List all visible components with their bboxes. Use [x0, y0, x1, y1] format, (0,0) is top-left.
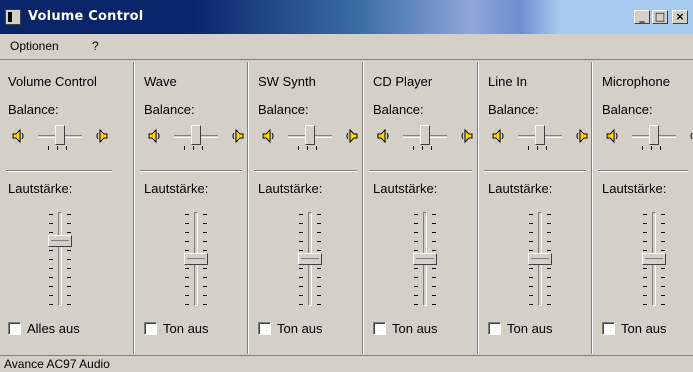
volume-thumb[interactable]: [48, 235, 72, 247]
volume-slider[interactable]: [40, 210, 80, 310]
channel-name: Microphone: [602, 74, 670, 89]
balance-thumb[interactable]: [535, 125, 545, 145]
status-bar: Avance AC97 Audio: [0, 355, 693, 372]
channel-name: Line In: [488, 74, 528, 89]
menu-bar: Optionen ?: [0, 34, 693, 60]
speaker-right-icon: [688, 128, 693, 144]
volume-label: Lautstärke:: [488, 181, 553, 196]
status-text: Avance AC97 Audio: [4, 357, 110, 371]
speaker-right-icon: [459, 128, 475, 144]
menu-help[interactable]: ?: [92, 39, 99, 53]
speaker-left-icon: [490, 128, 506, 144]
mute-label: Ton aus: [392, 321, 438, 336]
mute-checkbox[interactable]: Ton aus: [144, 321, 209, 336]
checkbox-box[interactable]: [258, 322, 271, 335]
minimize-button[interactable]: _: [634, 10, 650, 24]
balance-thumb[interactable]: [649, 125, 659, 145]
speaker-right-icon: [230, 128, 246, 144]
volume-label: Lautstärke:: [258, 181, 323, 196]
balance-slider[interactable]: [626, 124, 682, 152]
mute-label: Ton aus: [621, 321, 667, 336]
mute-label: Ton aus: [163, 321, 209, 336]
volume-label: Lautstärke:: [144, 181, 209, 196]
volume-label: Lautstärke:: [602, 181, 667, 196]
balance-slider[interactable]: [168, 124, 224, 152]
checkbox-box[interactable]: [602, 322, 615, 335]
mute-checkbox[interactable]: Ton aus: [258, 321, 323, 336]
title-bar[interactable]: Volume Control _ □ ×: [0, 0, 693, 34]
mute-checkbox[interactable]: Ton aus: [373, 321, 438, 336]
channel-strip: Wave Balance: Lautstärke: Ton aus: [133, 62, 247, 354]
balance-slider[interactable]: [397, 124, 453, 152]
balance-thumb[interactable]: [420, 125, 430, 145]
mixer-panel: Volume Control Balance: Lautstärke: Alles a…: [6, 62, 693, 354]
app-icon[interactable]: [5, 9, 21, 25]
volume-slider[interactable]: [176, 210, 216, 310]
mute-checkbox[interactable]: Ton aus: [488, 321, 553, 336]
speaker-left-icon: [260, 128, 276, 144]
balance-label: Balance:: [144, 102, 195, 117]
mute-label: Alles aus: [27, 321, 80, 336]
balance-slider[interactable]: [282, 124, 338, 152]
channel-strip: Microphone Balance: Lautstärke: Ton aus: [591, 62, 693, 354]
volume-thumb[interactable]: [298, 253, 322, 265]
divider: [598, 170, 688, 172]
checkbox-box[interactable]: [8, 322, 21, 335]
balance-slider[interactable]: [512, 124, 568, 152]
volume-label: Lautstärke:: [8, 181, 73, 196]
balance-slider[interactable]: [32, 124, 88, 152]
speaker-left-icon: [375, 128, 391, 144]
volume-label: Lautstärke:: [373, 181, 438, 196]
mute-label: Ton aus: [277, 321, 323, 336]
divider: [254, 170, 357, 172]
volume-thumb[interactable]: [184, 253, 208, 265]
divider: [484, 170, 586, 172]
volume-slider[interactable]: [290, 210, 330, 310]
volume-slider[interactable]: [634, 210, 674, 310]
channel-name: Volume Control: [8, 74, 97, 89]
volume-thumb[interactable]: [413, 253, 437, 265]
volume-thumb[interactable]: [642, 253, 666, 265]
balance-label: Balance:: [602, 102, 653, 117]
close-button[interactable]: ×: [672, 10, 688, 24]
speaker-left-icon: [10, 128, 26, 144]
speaker-left-icon: [146, 128, 162, 144]
speaker-left-icon: [604, 128, 620, 144]
window-title: Volume Control: [28, 9, 144, 24]
speaker-right-icon: [344, 128, 360, 144]
speaker-right-icon: [574, 128, 590, 144]
volume-slider[interactable]: [520, 210, 560, 310]
channel-strip: CD Player Balance: Lautstärke: Ton aus: [362, 62, 477, 354]
divider: [140, 170, 242, 172]
divider: [6, 170, 112, 172]
volume-slider[interactable]: [405, 210, 445, 310]
channel-name: CD Player: [373, 74, 433, 89]
channel-strip: Line In Balance: Lautstärke: Ton aus: [477, 62, 591, 354]
menu-optionen[interactable]: Optionen: [10, 39, 59, 53]
maximize-button[interactable]: □: [652, 10, 668, 24]
channel-strip: SW Synth Balance: Lautstärke: Ton aus: [247, 62, 362, 354]
balance-thumb[interactable]: [191, 125, 201, 145]
balance-label: Balance:: [488, 102, 539, 117]
mute-label: Ton aus: [507, 321, 553, 336]
mute-checkbox[interactable]: Alles aus: [8, 321, 80, 336]
channel-strip: Volume Control Balance: Lautstärke: Alles a…: [0, 62, 118, 354]
mute-checkbox[interactable]: Ton aus: [602, 321, 667, 336]
channel-name: SW Synth: [258, 74, 316, 89]
balance-label: Balance:: [8, 102, 59, 117]
balance-label: Balance:: [373, 102, 424, 117]
balance-thumb[interactable]: [55, 125, 65, 145]
balance-label: Balance:: [258, 102, 309, 117]
divider: [369, 170, 472, 172]
speaker-right-icon: [94, 128, 110, 144]
volume-thumb[interactable]: [528, 253, 552, 265]
checkbox-box[interactable]: [373, 322, 386, 335]
checkbox-box[interactable]: [488, 322, 501, 335]
balance-thumb[interactable]: [305, 125, 315, 145]
checkbox-box[interactable]: [144, 322, 157, 335]
channel-name: Wave: [144, 74, 177, 89]
